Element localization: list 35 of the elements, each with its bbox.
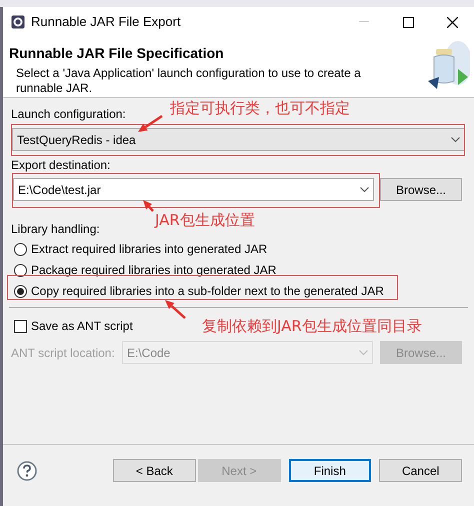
chevron-down-icon (451, 136, 460, 142)
field-label: ANT script location: (11, 344, 116, 362)
radio-label[interactable]: Extract required libraries into generated JAR (31, 242, 268, 256)
annotation-arrow (143, 200, 154, 212)
maximize-icon (402, 16, 414, 28)
field-label: Export destination: (11, 158, 112, 173)
annotation-text: 指定可执行类，也可不指定 (170, 99, 350, 117)
dialog-button[interactable]: Cancel (379, 459, 462, 482)
launch-configuration-dropdown[interactable]: TestQueryRedis - idea (12, 128, 465, 151)
help-icon[interactable] (17, 460, 37, 480)
minimize-icon (359, 21, 369, 23)
annotation-arrow (138, 114, 163, 132)
header-description: Select a 'Java Application' launch configuration to use to create a runnable JAR. (15, 66, 362, 96)
annotation-arrow (165, 300, 186, 319)
checkbox-label[interactable]: Save as ANT script (31, 319, 133, 334)
radio-label[interactable]: Package required libraries into generated JAR (31, 262, 276, 278)
radio-button[interactable] (14, 264, 27, 276)
header-title: Runnable JAR File Specification (9, 44, 225, 62)
dialog-button[interactable]: < Back (113, 459, 196, 482)
checkbox[interactable] (14, 320, 27, 333)
close-icon (446, 16, 458, 28)
radio-button[interactable] (14, 284, 27, 298)
browse-button[interactable]: Browse... (380, 178, 462, 201)
radio-label[interactable]: Copy required libraries into a sub-folder next to the generated JAR (31, 284, 384, 298)
annotation-text: JAR包生成位置 (155, 211, 255, 229)
chevron-down-icon (359, 350, 368, 356)
export-destination-field[interactable]: E:\Code\test.jar (13, 178, 374, 201)
dialog-button[interactable]: Finish (288, 459, 372, 482)
chevron-down-icon (360, 186, 369, 192)
app-icon (11, 15, 25, 29)
field-label: Library handling: (11, 222, 101, 237)
radio-button[interactable] (14, 242, 27, 256)
annotation-text: 复制依赖到JAR包生成位置同目录 (202, 317, 422, 335)
field-label: Launch configuration: (11, 107, 126, 122)
window-title: Runnable JAR File Export (31, 13, 182, 32)
